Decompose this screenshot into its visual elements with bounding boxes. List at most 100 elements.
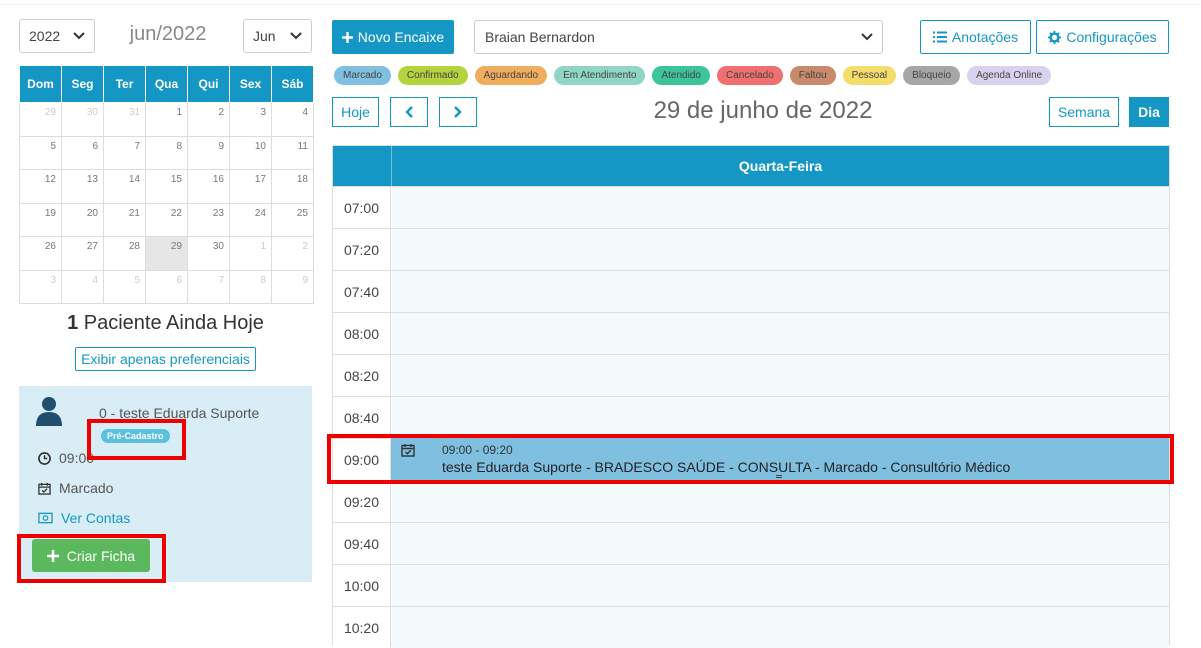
calendar-check-icon [38,482,51,495]
calendar-day[interactable]: 8 [145,135,188,170]
slot-time-label: 10:00 [333,565,391,606]
pre-cadastro-badge: Pré-Cadastro [101,429,170,443]
calendar-day[interactable]: 3 [229,102,272,137]
calendar-day[interactable]: 14 [103,169,146,204]
calendar-day[interactable]: 7 [187,269,230,304]
calendar-day[interactable]: 3 [19,269,62,304]
patient-name[interactable]: 0 - teste Eduarda Suporte [99,405,259,421]
calendar-day[interactable]: 5 [103,269,146,304]
create-record-button[interactable]: Criar Ficha [32,539,150,572]
today-button[interactable]: Hoje [332,97,379,127]
preferred-only-button[interactable]: Exibir apenas preferenciais [75,347,256,371]
calendar-day[interactable]: 26 [19,236,62,271]
new-fit-button[interactable]: Novo Encaixe [332,20,454,54]
slot-time-label: 07:00 [333,187,391,228]
time-slot: 09:20 [333,480,1169,522]
calendar-day[interactable]: 6 [61,135,104,170]
calendar-day[interactable]: 16 [187,169,230,204]
event-time: 09:00 - 09:20 [442,443,513,457]
day-view-button[interactable]: Dia [1129,97,1169,127]
legend-item[interactable]: Marcado [334,66,391,85]
next-day-button[interactable] [439,97,477,127]
slot-time-label: 08:20 [333,355,391,396]
calendar-day[interactable]: 28 [103,236,146,271]
legend-item[interactable]: Pessoal [842,66,897,85]
week-view-button[interactable]: Semana [1049,97,1119,127]
slot-cell[interactable] [392,523,1169,564]
user-icon [36,397,62,426]
slot-cell[interactable] [392,271,1169,312]
month-select[interactable]: Jun [243,19,312,53]
calendar-day[interactable]: 6 [145,269,188,304]
slot-cell[interactable] [392,355,1169,396]
calendar-week: 19 20 21 22 23 24 25 [19,202,314,237]
calendar-day[interactable]: 10 [229,135,272,170]
calendar-day[interactable]: 8 [229,269,272,304]
calendar-day[interactable]: 15 [145,169,188,204]
calendar-day[interactable]: 1 [229,236,272,271]
calendar-day[interactable]: 19 [19,202,62,237]
slot-cell[interactable] [392,565,1169,606]
calendar-day[interactable]: 13 [61,169,104,204]
legend-item[interactable]: Cancelado [716,66,783,85]
slot-cell[interactable] [392,229,1169,270]
calendar-day[interactable]: 18 [271,169,314,204]
calendar-day[interactable]: 4 [61,269,104,304]
calendar-day[interactable]: 24 [229,202,272,237]
legend-item[interactable]: Confirmado [397,66,468,85]
legend-item[interactable]: Em Atendimento [554,66,646,85]
calendar-day[interactable]: 17 [229,169,272,204]
calendar-day[interactable]: 2 [271,236,314,271]
legend-item[interactable]: Bloqueio [903,66,961,85]
chevron-down-icon [73,32,85,40]
slot-cell[interactable] [392,397,1169,438]
legend-item[interactable]: Agenda Online [967,66,1052,85]
slot-cell[interactable] [392,481,1169,522]
new-fit-label: Novo Encaixe [357,29,445,45]
calendar-day[interactable]: 9 [187,135,230,170]
time-slot: 09:40 [333,522,1169,564]
calendar-day[interactable]: 5 [19,135,62,170]
month-select-value: Jun [253,28,276,44]
slot-cell[interactable] [392,313,1169,354]
calendar-day[interactable]: 2 [187,102,230,137]
settings-button[interactable]: Configurações [1036,20,1169,54]
previous-day-button[interactable] [390,97,428,127]
calendar-day[interactable]: 30 [61,102,104,137]
calendar-weekdays: Dom Seg Ter Qua Qui Sex Sáb [19,65,314,103]
calendar-day[interactable]: 11 [271,135,314,170]
schedule-header: Quarta-Feira [333,146,1169,186]
slot-cell[interactable] [392,187,1169,228]
legend-item[interactable]: Faltou [789,66,836,85]
top-divider [0,4,1201,5]
year-select[interactable]: 2022 [19,19,95,53]
calendar-day[interactable]: 7 [103,135,146,170]
calendar-day[interactable]: 31 [103,102,146,137]
calendar-day[interactable]: 9 [271,269,314,304]
calendar-day[interactable]: 22 [145,202,188,237]
slot-cell[interactable] [392,607,1169,648]
calendar-day[interactable]: 30 [187,236,230,271]
professional-select[interactable]: Braian Bernardon [474,20,883,54]
resize-handle[interactable] [776,475,782,478]
slot-time-label: 09:00 [333,439,391,480]
legend-item[interactable]: Aguardando [474,66,548,85]
notes-button[interactable]: Anotações [920,20,1031,54]
legend-item[interactable]: Atendido [652,66,710,85]
calendar-day[interactable]: 21 [103,202,146,237]
calendar-day[interactable]: 29 [19,102,62,137]
calendar-day[interactable]: 27 [61,236,104,271]
year-select-value: 2022 [29,28,61,44]
calendar-day[interactable]: 29 [145,236,188,271]
calendar-day[interactable]: 20 [61,202,104,237]
calendar-day[interactable]: 23 [187,202,230,237]
professional-select-value: Braian Bernardon [485,29,595,45]
calendar-day[interactable]: 1 [145,102,188,137]
calendar-day[interactable]: 4 [271,102,314,137]
calendar-day[interactable]: 25 [271,202,314,237]
appointment-event[interactable]: 09:00 - 09:20 teste Eduarda Suporte - BR… [391,438,1169,480]
patient-card: 0 - teste Eduarda Suporte Pré-Cadastro 0… [19,386,312,582]
calendar-day[interactable]: 12 [19,169,62,204]
weekday-header: Ter [103,65,146,103]
view-accounts-link[interactable]: Ver Contas [38,510,130,526]
